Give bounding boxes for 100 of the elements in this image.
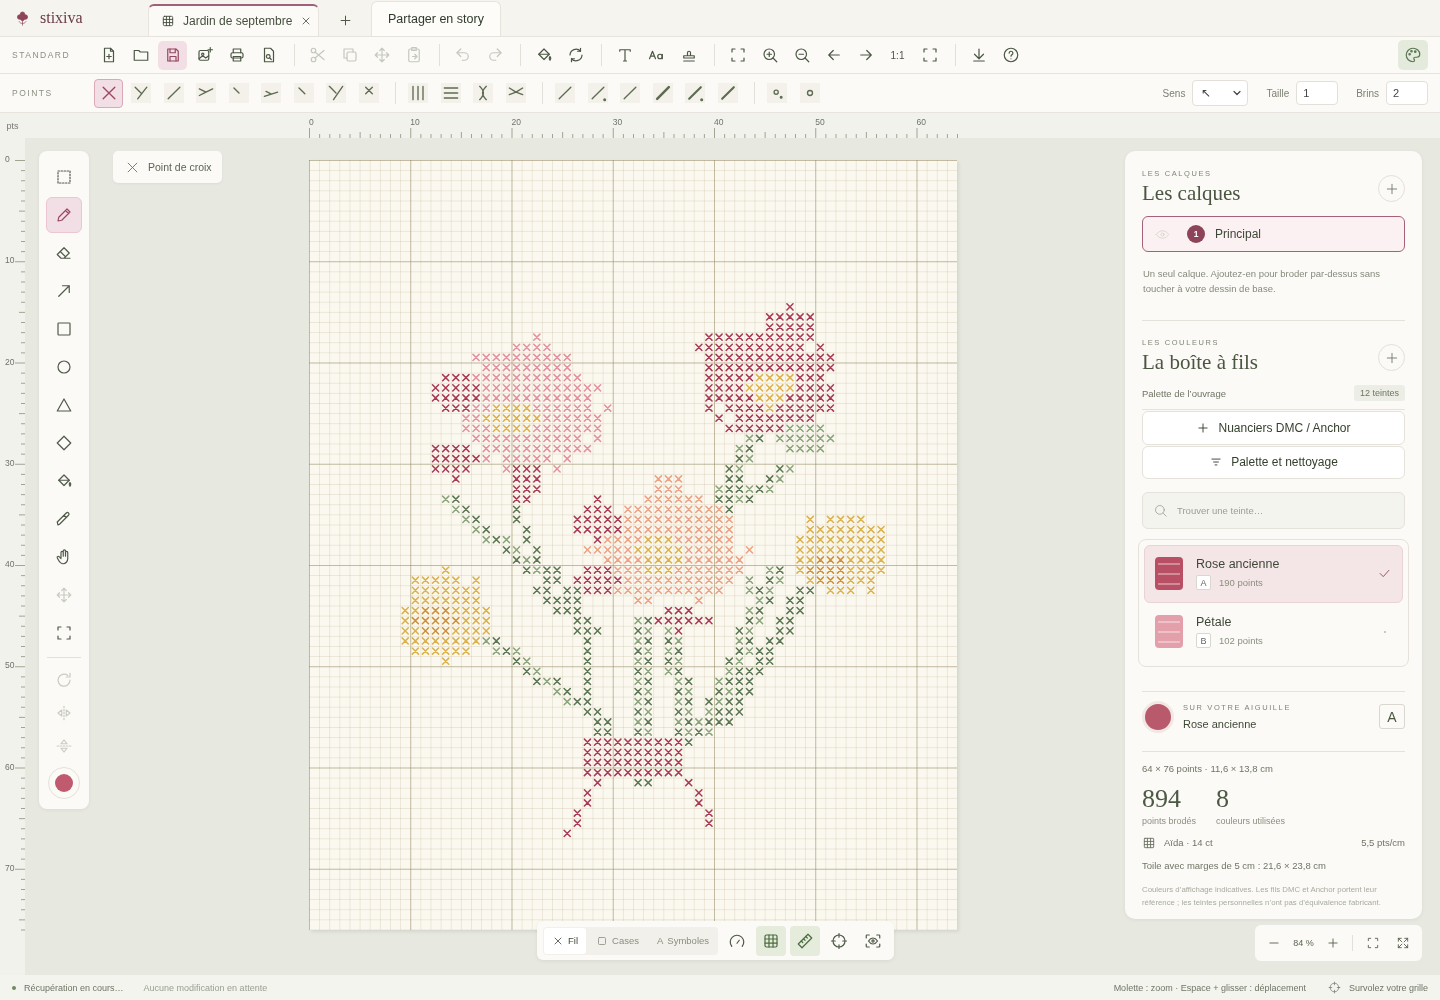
- ruler-label: 50: [5, 660, 15, 671]
- rotate-icon: [55, 670, 73, 689]
- help-icon: [1001, 46, 1020, 64]
- palette-cleanup-button[interactable]: Palette et nettoyage: [1142, 445, 1405, 479]
- square-icon: [596, 934, 609, 947]
- scissors-icon: [308, 46, 327, 64]
- thread-name: Pétale: [1196, 615, 1233, 630]
- stat-label: points brodés: [1142, 816, 1197, 826]
- hover-status: Survolez votre grille: [1348, 982, 1428, 993]
- layer-item[interactable]: 1 Principal: [1142, 216, 1405, 253]
- section-title: Les calques: [1142, 181, 1241, 206]
- stitch-icon: [587, 83, 608, 103]
- symbol-badge: A: [1379, 704, 1405, 730]
- palette-button[interactable]: [1398, 40, 1428, 70]
- stitch-type-label: Point de croix: [148, 161, 212, 173]
- stitch-icon: [505, 83, 526, 103]
- stitch-button[interactable]: [94, 78, 123, 108]
- stitch-icon: [131, 83, 151, 103]
- direction-select[interactable]: ↖: [1192, 80, 1249, 106]
- stitch-canvas[interactable]: [309, 160, 957, 930]
- stitch-icon: [767, 83, 787, 103]
- flip-horizontal-icon: [55, 703, 73, 722]
- flower-logo-icon: [14, 8, 31, 28]
- crosshair-icon: [830, 931, 849, 950]
- triangle-icon: [55, 396, 73, 414]
- shortcut-hint: Molette : zoom · Espace + glisser : déplacement: [1113, 982, 1306, 993]
- ruler-label: 60: [916, 117, 926, 127]
- arrow-icon: [55, 282, 73, 300]
- thread-name: Rose ancienne: [1196, 557, 1281, 572]
- sync-status: Récupération en cours…: [24, 982, 124, 993]
- stat-value: 8: [1216, 784, 1231, 814]
- refresh-icon: [566, 46, 585, 64]
- move-icon: [372, 46, 391, 64]
- corners-icon: [1365, 936, 1380, 950]
- stitch-icon: [358, 83, 379, 103]
- layer-hint: Un seul calque. Ajoutez-en pour broder par-dessus sans toucher à votre dessin de base.: [1143, 267, 1382, 297]
- stitch-count: 102 points: [1219, 635, 1263, 647]
- palette-icon: [1404, 46, 1422, 64]
- stitch-count: 190 points: [1219, 577, 1263, 589]
- paint-bucket-icon: [55, 472, 73, 490]
- view-mode-tab[interactable]: Fil: [544, 927, 587, 954]
- grid-icon: [161, 14, 175, 28]
- expand-icon: [1396, 936, 1410, 950]
- eyedropper-icon: [55, 510, 73, 528]
- document-tab[interactable]: Jardin de septembre: [148, 4, 319, 36]
- pattern-dimensions: 64 × 76 points · 11,6 × 13,8 cm: [1142, 763, 1274, 774]
- save-button[interactable]: [158, 40, 187, 70]
- layer-name: Principal: [1215, 227, 1262, 242]
- size-field[interactable]: 1: [1296, 81, 1339, 105]
- canvas-size: Toile avec marges de 5 cm : 21,6 × 23,8 cm: [1142, 860, 1328, 871]
- color-count-badge: 12 teintes: [1353, 385, 1405, 402]
- plus-icon: [1196, 420, 1211, 435]
- ruler-label: 40: [714, 117, 724, 127]
- thread-charts-button[interactable]: Nuanciers DMC / Anchor: [1142, 411, 1405, 445]
- ruler-label: 20: [511, 117, 521, 127]
- stitch-icon: [261, 83, 281, 103]
- stitch-icon: [163, 83, 184, 103]
- ruler-label: 10: [5, 255, 15, 266]
- eye-icon: [864, 931, 883, 950]
- stitch-icon: [196, 83, 216, 103]
- search-icon: [1153, 503, 1168, 518]
- stitch-icon: [652, 83, 673, 103]
- zoom-in-icon: [760, 46, 779, 64]
- status-dot: [12, 985, 16, 990]
- ruler-label: 30: [5, 457, 15, 468]
- pencil-icon: [55, 206, 73, 224]
- copy-icon: [340, 46, 359, 64]
- section-title: La boîte à fils: [1142, 350, 1259, 376]
- ruler-label: 0: [5, 154, 10, 164]
- ruler-label: 50: [815, 117, 825, 127]
- corners-icon: [920, 46, 939, 64]
- ruler-label: 0: [309, 117, 314, 127]
- ruler-label: 60: [5, 761, 15, 772]
- actual-size-button[interactable]: 1:1: [883, 40, 912, 70]
- grid-toggle[interactable]: [756, 925, 787, 956]
- ruler-label: 40: [5, 559, 15, 569]
- zoom-out-icon: [792, 46, 811, 64]
- ruler-label: 10: [410, 117, 420, 127]
- corners-icon: [728, 46, 747, 64]
- pencil-tool[interactable]: [46, 197, 82, 233]
- stitch-icon: [326, 83, 346, 103]
- square-icon: [55, 320, 73, 338]
- field-label: Sens: [1162, 87, 1186, 99]
- share-button[interactable]: Partager en story: [371, 1, 501, 36]
- app-logo: stixiva: [40, 9, 83, 27]
- plus-icon: [337, 12, 353, 28]
- toolbar-label: STANDARD: [12, 50, 72, 60]
- undo-icon: [453, 46, 472, 64]
- symbol-badge: A: [1196, 575, 1211, 591]
- thread-item[interactable]: Rose ancienne A 190 points: [1144, 545, 1403, 603]
- needle-thread-name: Rose ancienne: [1183, 718, 1258, 731]
- corners-icon: [55, 624, 73, 642]
- ruler-icon: [796, 931, 815, 950]
- ruler-label: 30: [612, 117, 623, 127]
- grid-icon: [1142, 836, 1156, 850]
- stitch-icon: [408, 83, 428, 103]
- strands-field[interactable]: 2: [1386, 81, 1428, 105]
- thread-item[interactable]: Pétale B 102 points: [1144, 603, 1403, 661]
- ruler-toggle[interactable]: [790, 925, 821, 956]
- color-search-field[interactable]: Trouver une teinte…: [1142, 492, 1405, 529]
